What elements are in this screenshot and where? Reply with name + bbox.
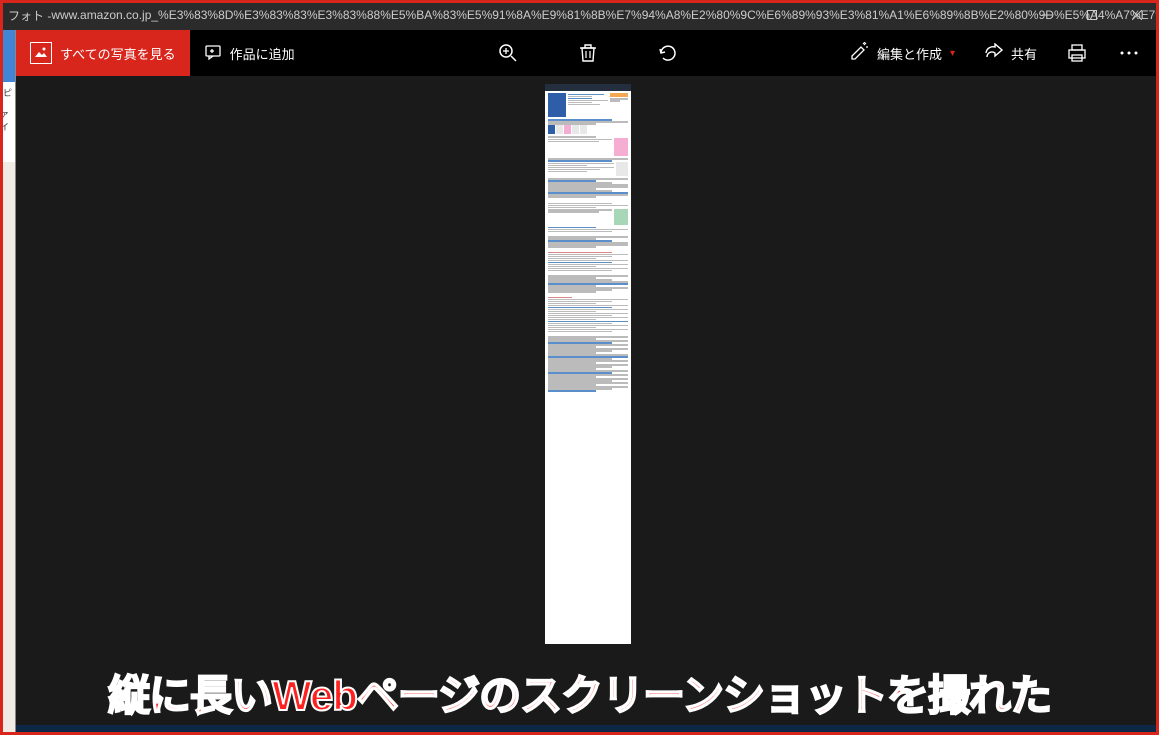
- add-to-creation-label: 作品に追加: [230, 44, 295, 63]
- background-window-edge: ピ ァイ: [0, 30, 16, 735]
- more-button[interactable]: [1109, 33, 1149, 73]
- share-button[interactable]: 共有: [975, 30, 1045, 76]
- close-button[interactable]: [1114, 0, 1159, 30]
- zoom-icon: [498, 43, 518, 63]
- rotate-icon: [657, 43, 679, 63]
- edit-icon: [849, 42, 869, 65]
- minimize-button[interactable]: [1024, 0, 1069, 30]
- zoom-button[interactable]: [488, 33, 528, 73]
- annotation-caption: 縦に長いWebページのスクリーンショットを撮れた: [108, 662, 1051, 723]
- print-button[interactable]: [1057, 33, 1097, 73]
- chevron-down-icon: ▾: [950, 48, 955, 59]
- trash-icon: [579, 43, 597, 63]
- share-icon: [983, 43, 1003, 64]
- toolbar-center: [488, 33, 688, 73]
- bottom-strip: [16, 725, 1159, 735]
- comment-icon: [204, 43, 222, 64]
- delete-button[interactable]: [568, 33, 608, 73]
- photo-icon: [30, 42, 52, 64]
- maximize-button[interactable]: [1069, 0, 1114, 30]
- title-prefix: フォト -: [8, 7, 51, 24]
- share-label: 共有: [1011, 44, 1037, 63]
- toolbar: すべての写真を見る 作品に追加 編集と作成 ▾ 共有: [16, 30, 1159, 76]
- title-filename: www.amazon.co.jp_%E3%83%8D%E3%83%83%E3%8…: [51, 8, 1159, 22]
- see-all-photos-button[interactable]: すべての写真を見る: [16, 30, 190, 76]
- print-icon: [1067, 43, 1087, 63]
- title-bar: フォト - www.amazon.co.jp_%E3%83%8D%E3%83%8…: [0, 0, 1159, 30]
- add-to-creation-button[interactable]: 作品に追加: [190, 30, 309, 76]
- toolbar-right: 編集と作成 ▾ 共有: [841, 30, 1149, 76]
- window-controls: [1024, 0, 1159, 30]
- edit-create-label: 編集と作成: [877, 44, 942, 63]
- photo-viewer-area[interactable]: [16, 76, 1159, 735]
- rotate-button[interactable]: [648, 33, 688, 73]
- displayed-screenshot: [545, 84, 631, 644]
- edit-create-button[interactable]: 編集と作成 ▾: [841, 30, 963, 76]
- more-icon: [1120, 51, 1138, 55]
- see-all-label: すべての写真を見る: [60, 44, 176, 63]
